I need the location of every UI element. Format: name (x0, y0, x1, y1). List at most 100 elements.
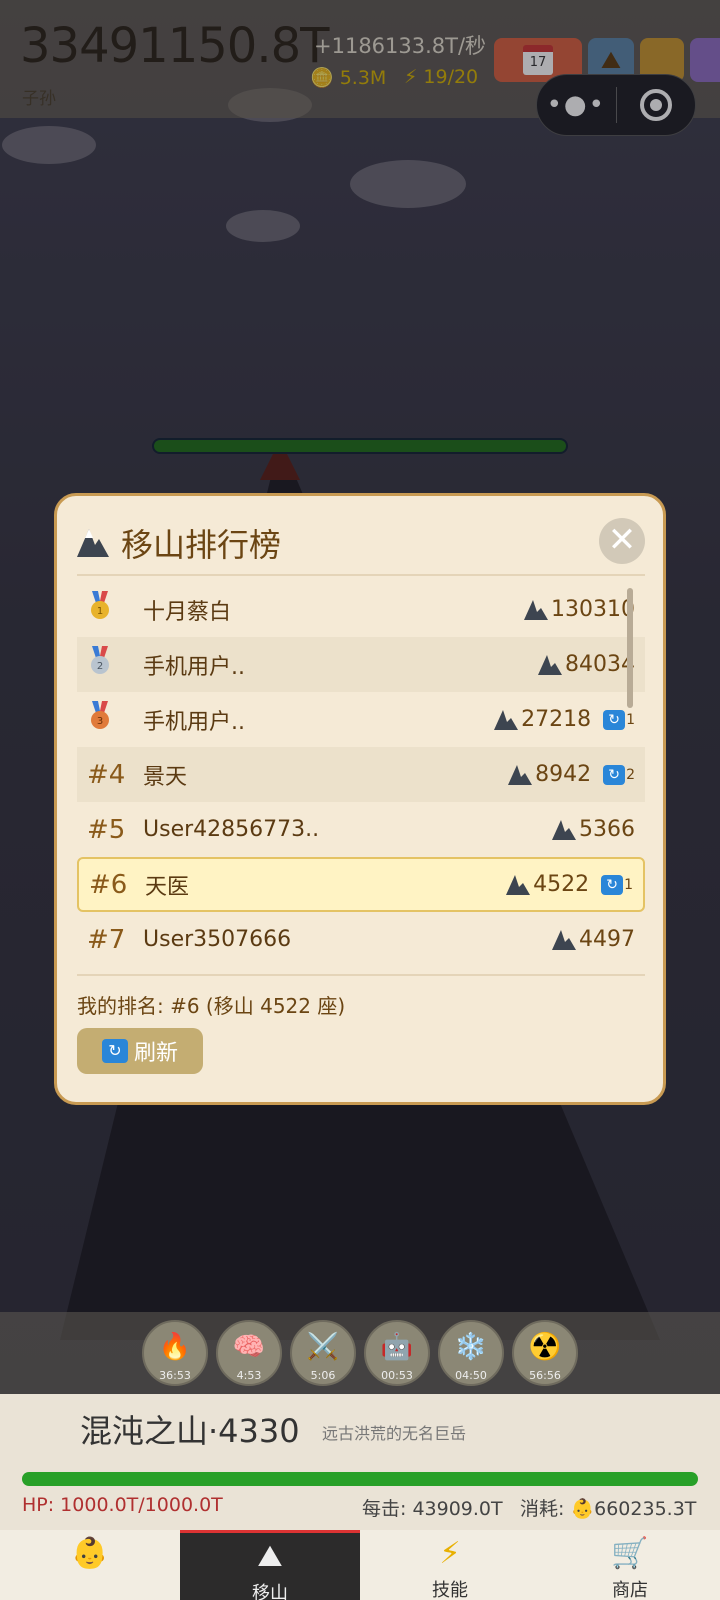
rank-medal: 2 (87, 646, 143, 683)
snowflake-icon: ❄️ (454, 1332, 488, 1362)
tab-move-mountain[interactable]: ⛰ 移山 (180, 1530, 360, 1600)
bronze-medal-icon: 3 (91, 701, 109, 729)
player-score: 4497 (551, 927, 635, 952)
skill-cooldown: 36:53 (159, 1369, 191, 1382)
lightning-icon: ⚡ (439, 1536, 461, 1571)
player-name: User42856773.. (143, 817, 320, 842)
skill-cooldown: 00:53 (381, 1369, 413, 1382)
skill-ice[interactable]: ❄️ 04:50 (438, 1320, 504, 1386)
boss-name: 混沌之山·4330 (80, 1412, 300, 1450)
cost-value: 660235.3T (594, 1498, 697, 1520)
tab-label: 移山 (252, 1583, 288, 1600)
leaderboard-row: #5 User42856773.. 5366 (77, 802, 645, 857)
list-scrollbar[interactable] (627, 588, 633, 708)
rank-medal: 3 (87, 701, 143, 738)
leaderboard-row: #4 景天 8942 ↻ 2 (77, 747, 645, 802)
refresh-label: 刷新 (133, 1041, 178, 1066)
tab-label: 技能 (432, 1580, 468, 1600)
rank-number: #5 (87, 814, 126, 845)
divider (77, 974, 645, 976)
mountain-icon (506, 874, 531, 895)
leaderboard-list[interactable]: 1 十月蔡白 130310 2 手机用户.. 84034 3 手机用户.. 27… (77, 582, 645, 964)
close-icon: ✕ (607, 520, 637, 560)
score-value: 4497 (579, 927, 635, 952)
svg-text:1: 1 (97, 606, 103, 617)
per-hit-text: 每击: 43909.0T (362, 1498, 503, 1520)
skill-cooldown: 5:06 (310, 1369, 336, 1382)
reincarnation-icon: ↻ (601, 874, 624, 895)
player-score: 130310 (523, 597, 635, 622)
mountain-icon: ⛰ (257, 1539, 283, 1574)
mountain-icon (538, 654, 562, 675)
skill-bar: 🔥 36:53 🧠 4:53 ⚔️ 5:06 🤖 00:53 ❄️ 04:50 ☢️ 56:… (0, 1312, 720, 1394)
score-value: 27218 (521, 707, 592, 732)
score-value: 130310 (551, 597, 635, 622)
rank-number: #6 (89, 869, 128, 900)
mountain-icon (508, 764, 533, 785)
swords-icon: ⚔️ (306, 1332, 340, 1362)
player-name: 景天 (143, 764, 188, 790)
player-name: 手机用户.. (143, 654, 245, 680)
leaderboard-row: 2 手机用户.. 84034 (77, 637, 645, 692)
cost-label: 消耗: (520, 1498, 565, 1520)
player-score: 8942 ↻ 2 (507, 762, 635, 787)
reincarnation-count: 1 (624, 876, 633, 893)
player-name: 手机用户.. (143, 709, 245, 735)
reincarnation-count: 1 (626, 711, 635, 728)
mountain-icon (77, 529, 109, 557)
rank-number: #7 (87, 924, 126, 955)
mountain-icon (552, 929, 576, 950)
gold-medal-icon: 1 (91, 591, 109, 619)
baby-face-icon: 👶 (71, 1536, 109, 1571)
player-name: 十月蔡白 (143, 599, 232, 625)
skill-cooldown: 04:50 (455, 1369, 487, 1382)
leaderboard-row: #7 User3507666 4497 (77, 912, 645, 964)
tab-skills[interactable]: ⚡ 技能 (360, 1530, 540, 1600)
divider (77, 574, 645, 576)
rank-number: #4 (87, 759, 126, 790)
skill-cooldown: 56:56 (529, 1369, 561, 1382)
dialog-title: 移山排行榜 (121, 526, 282, 564)
cart-icon: 🛒 (611, 1536, 649, 1571)
mountain-icon (524, 599, 549, 620)
player-score: 5366 (551, 817, 635, 842)
skill-cooldown: 4:53 (236, 1369, 262, 1382)
tab-home[interactable]: 👶 (0, 1530, 180, 1600)
silver-medal-icon: 2 (91, 646, 109, 674)
skill-swords[interactable]: ⚔️ 5:06 (290, 1320, 356, 1386)
player-score: 27218 ↻ 1 (493, 707, 635, 732)
leaderboard-dialog: 移山排行榜 ✕ 1 十月蔡白 130310 2 手机用户.. 84034 3 手… (54, 493, 666, 1105)
dialog-header: 移山排行榜 (75, 520, 281, 566)
mountain-icon (552, 819, 576, 840)
score-value: 84034 (565, 652, 635, 677)
score-value: 5366 (579, 817, 635, 842)
boss-panel: 混沌之山·4330 远古洪荒的无名巨岳 HP: 1000.0T/1000.0T … (0, 1394, 720, 1530)
skill-brain[interactable]: 🧠 4:53 (216, 1320, 282, 1386)
boss-hp-bar (22, 1472, 698, 1486)
tab-shop[interactable]: 🛒 商店 (540, 1530, 720, 1600)
skill-robot[interactable]: 🤖 00:53 (364, 1320, 430, 1386)
reincarnation-icon: ↻ (603, 709, 626, 730)
refresh-icon: ↻ (101, 1039, 128, 1063)
refresh-button[interactable]: ↻ 刷新 (77, 1028, 203, 1074)
player-score: 4522 ↻ 1 (505, 872, 633, 897)
skill-nuke[interactable]: ☢️ 56:56 (512, 1320, 578, 1386)
svg-text:2: 2 (97, 661, 103, 672)
svg-text:3: 3 (97, 716, 103, 727)
reincarnation-icon: ↻ (603, 764, 626, 785)
player-score: 84034 (537, 652, 635, 677)
bottom-nav: 👶 ⛰ 移山 ⚡ 技能 🛒 商店 (0, 1530, 720, 1600)
radiation-icon: ☢️ (528, 1332, 562, 1362)
skill-fire[interactable]: 🔥 36:53 (142, 1320, 208, 1386)
score-value: 4522 (533, 872, 590, 897)
fire-icon: 🔥 (158, 1332, 192, 1362)
boss-hp-text: HP: 1000.0T/1000.0T (22, 1494, 223, 1516)
robot-icon: 🤖 (380, 1332, 414, 1362)
score-value: 8942 (535, 762, 592, 787)
cost-text: 消耗: 👶660235.3T (520, 1494, 696, 1521)
boss-description: 远古洪荒的无名巨岳 (322, 1424, 467, 1443)
close-button[interactable]: ✕ (599, 518, 645, 564)
brain-icon: 🧠 (232, 1332, 266, 1362)
baby-face-icon: 👶 (570, 1498, 595, 1520)
my-rank-text: 我的排名: #6 (移山 4522 座) (77, 994, 346, 1018)
